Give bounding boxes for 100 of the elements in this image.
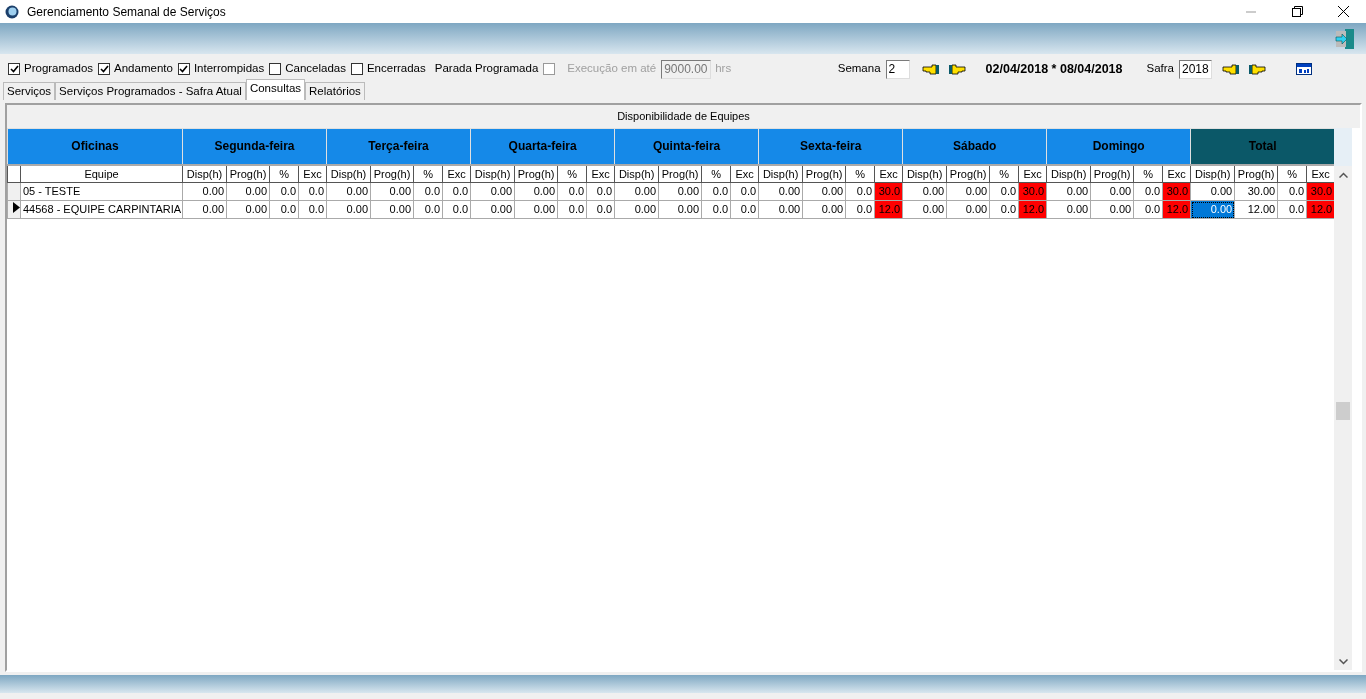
tab[interactable]: Consultas (245, 79, 306, 100)
hand-right-icon[interactable] (1248, 63, 1266, 75)
scroll-down-icon[interactable] (1338, 658, 1348, 665)
table-cell: 0.0 (1277, 200, 1307, 219)
table-cell: 0.00 (1046, 200, 1091, 219)
table-cell: 0.00 (802, 200, 846, 219)
tab[interactable]: Serviços Programados - Safra Atual (55, 82, 246, 100)
app-icon (5, 4, 19, 19)
table-cell: 0.0 (298, 200, 327, 219)
unit-label: hrs (715, 61, 732, 77)
table-cell: 0.00 (1090, 200, 1134, 219)
window-title: Gerenciamento Semanal de Serviços (27, 3, 226, 21)
table-cell: 0.0 (586, 182, 615, 201)
group-header: Segunda-feira (182, 128, 327, 165)
table-cell: 0.0 (557, 182, 587, 201)
hand-left-icon[interactable] (1222, 63, 1240, 75)
table-cell: 0.00 (614, 200, 659, 219)
field-label: Semana (837, 61, 881, 77)
table-cell: 0.0 (845, 182, 875, 201)
table-cell: 0.00 (514, 182, 558, 201)
table-cell: 0.0 (730, 200, 759, 219)
table-cell: 0.00 (902, 200, 947, 219)
table-cell: 0.0 (1133, 200, 1163, 219)
table-cell: 0.00 (614, 182, 659, 201)
table-cell: 0.0 (442, 200, 471, 219)
table-cell: 0.0 (269, 200, 299, 219)
tab[interactable]: Serviços (3, 82, 56, 100)
group-header: Domingo (1046, 128, 1191, 165)
table-cell: 0.0 (557, 200, 587, 219)
table-cell: 0.00 (758, 200, 803, 219)
checkbox-label: Canceladas (285, 61, 346, 77)
scroll-up-icon[interactable] (1338, 171, 1348, 178)
table-cell: 0.00 (902, 182, 947, 201)
table-cell: 0.0 (989, 182, 1019, 201)
table-cell: 0.00 (182, 182, 227, 201)
table-cell: 30.00 (1234, 182, 1278, 201)
field-label: Execução em até (567, 61, 657, 77)
table-cell: 0.00 (226, 182, 270, 201)
group-header: Total (1190, 128, 1335, 165)
restore-icon[interactable] (1291, 6, 1303, 17)
calendar-icon[interactable] (1296, 63, 1312, 75)
tab[interactable]: Relatórios (305, 82, 365, 100)
checkbox[interactable] (98, 63, 111, 75)
table-cell: 0.00 (326, 200, 371, 219)
exit-door-icon[interactable] (1334, 27, 1356, 50)
table-cell: 0.0 (413, 200, 443, 219)
table-cell: 0.00 (470, 200, 515, 219)
table-cell: 0.0 (442, 182, 471, 201)
table-cell: 0.00 (1190, 182, 1235, 201)
group-header: Quarta-feira (470, 128, 615, 165)
week-field[interactable]: 2 (885, 59, 910, 79)
checkbox[interactable] (177, 63, 190, 75)
checkbox[interactable] (350, 63, 363, 75)
table-cell: 0.0 (269, 182, 299, 201)
table-cell: 0.0 (413, 182, 443, 201)
harvest-field[interactable]: 2018 (1179, 59, 1212, 79)
checkbox-label: Encerradas (366, 61, 426, 77)
table-cell: 0.0 (701, 200, 731, 219)
table-cell: 0.00 (326, 182, 371, 201)
table-cell: 0.0 (1277, 182, 1307, 201)
close-icon[interactable] (1337, 6, 1349, 17)
table-cell: 0.0 (701, 182, 731, 201)
table-cell: 0.0 (298, 182, 327, 201)
table-cell: 0.00 (946, 182, 990, 201)
table-cell: 44568 - EQUIPE CARPINTARIA (20, 200, 183, 219)
table-cell: 0.00 (658, 182, 702, 201)
table-cell: 0.00 (1090, 182, 1134, 201)
table-cell: 0.00 (802, 182, 846, 201)
table-cell: 12.00 (1234, 200, 1278, 219)
table-cell: 0.00 (182, 200, 227, 219)
checkbox[interactable] (543, 63, 556, 75)
hand-left-icon[interactable] (921, 63, 940, 75)
table-cell: 0.0 (989, 200, 1019, 219)
date-range: 02/04/2018 * 08/04/2018 (985, 60, 1123, 78)
checkbox[interactable] (269, 63, 282, 75)
checkbox-label: Interrompidas (193, 61, 265, 77)
checkbox-label: Programados (24, 61, 94, 77)
checkbox[interactable] (8, 63, 20, 75)
table-cell: 0.00 (658, 200, 702, 219)
table-cell: 0.00 (514, 200, 558, 219)
group-header: Terça-feira (326, 128, 471, 165)
table-cell: 0.00 (946, 200, 990, 219)
table-cell: 0.0 (586, 200, 615, 219)
table-cell: 0.0 (845, 200, 875, 219)
checkbox-label: Parada Programada (434, 61, 539, 77)
table-cell: 0.0 (1133, 182, 1163, 201)
table-cell: 0.00 (370, 200, 414, 219)
hand-right-icon[interactable] (947, 63, 966, 75)
scrollbar-thumb[interactable] (1336, 402, 1350, 420)
group-header: Sábado (902, 128, 1047, 165)
group-header: Quinta-feira (614, 128, 759, 165)
group-header: Oficinas (7, 128, 183, 165)
checkbox-label: Andamento (114, 61, 173, 77)
table-cell: 0.00 (470, 182, 515, 201)
table-cell: 0.00 (370, 182, 414, 201)
field-label: Safra (1146, 61, 1174, 77)
table-cell: 0.00 (758, 182, 803, 201)
table-cell: 0.00 (226, 200, 270, 219)
table-cell: 05 - TESTE (20, 182, 183, 201)
group-header: Sexta-feira (758, 128, 903, 165)
